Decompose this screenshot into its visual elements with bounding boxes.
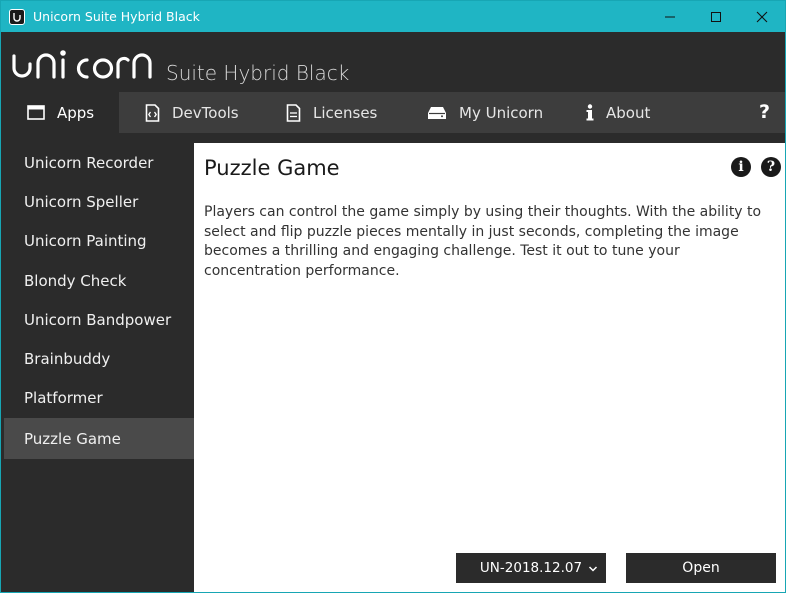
sidebar-item-label: Blondy Check — [24, 271, 127, 290]
open-button[interactable]: Open — [626, 553, 776, 583]
tab-my-unicorn[interactable]: My Unicorn — [399, 92, 559, 133]
version-dropdown[interactable]: UN-2018.12.07 — [456, 553, 606, 583]
sidebar-item-platformer[interactable]: Platformer — [4, 379, 194, 418]
maximize-icon[interactable] — [693, 1, 739, 32]
sidebar-item-puzzle-game[interactable]: Puzzle Game — [4, 418, 194, 460]
tab-label: Licenses — [313, 103, 378, 122]
sidebar-item-brainbuddy[interactable]: Brainbuddy — [4, 339, 194, 378]
info-icon — [586, 104, 594, 121]
sidebar-item-label: Unicorn Recorder — [24, 153, 154, 172]
app-detail-panel: Puzzle Game i ? Players can control the … — [194, 143, 785, 592]
close-icon[interactable] — [739, 1, 785, 32]
svg-text:?: ? — [759, 101, 770, 121]
title-bar: Unicorn Suite Hybrid Black — [1, 1, 785, 32]
sidebar-item-label: Unicorn Speller — [24, 192, 139, 211]
tab-devtools[interactable]: DevTools — [119, 92, 259, 133]
help-icon[interactable]: ? — [759, 101, 773, 126]
sidebar-item-label: Unicorn Bandpower — [24, 310, 172, 329]
sidebar-item-unicorn-painting[interactable]: Unicorn Painting — [4, 222, 194, 261]
page-title: Puzzle Game — [204, 156, 340, 180]
tab-label: About — [606, 103, 651, 122]
brand-header: Suite Hybrid Black — [1, 32, 785, 92]
minimize-icon[interactable] — [647, 1, 693, 32]
tab-label: DevTools — [172, 103, 239, 122]
device-icon — [427, 106, 447, 120]
tab-label: Apps — [57, 103, 95, 122]
tab-licenses[interactable]: Licenses — [259, 92, 399, 133]
sidebar-item-unicorn-recorder[interactable]: Unicorn Recorder — [4, 143, 194, 182]
sidebar-item-blondy-check[interactable]: Blondy Check — [4, 261, 194, 300]
window-controls — [647, 1, 785, 32]
window-icon — [27, 105, 45, 120]
sidebar-item-label: Puzzle Game — [24, 429, 121, 448]
info-icon[interactable]: i — [731, 157, 751, 177]
app-window: Unicorn Suite Hybrid Black Suite Hybrid … — [0, 0, 786, 593]
open-button-label: Open — [682, 560, 720, 576]
product-name: Suite Hybrid Black — [166, 61, 350, 85]
sidebar-item-unicorn-bandpower[interactable]: Unicorn Bandpower — [4, 300, 194, 339]
unicorn-logo — [12, 50, 152, 79]
sidebar-item-label: Unicorn Painting — [24, 232, 147, 251]
window-title: Unicorn Suite Hybrid Black — [33, 9, 200, 24]
apps-sidebar: Unicorn Recorder Unicorn Speller Unicorn… — [4, 143, 194, 591]
chevron-down-icon — [588, 562, 598, 578]
tab-label: My Unicorn — [459, 103, 544, 122]
tab-about[interactable]: About — [559, 92, 679, 133]
sidebar-item-label: Brainbuddy — [24, 350, 111, 369]
app-description: Players can control the game simply by u… — [204, 204, 762, 279]
code-file-icon — [145, 103, 160, 122]
help-icon[interactable]: ? — [761, 157, 781, 177]
detail-icons: i ? — [731, 157, 781, 177]
version-value: UN-2018.12.07 — [479, 560, 583, 576]
main-tabs: Apps DevTools Licenses My Unicorn About — [1, 92, 785, 133]
tab-apps[interactable]: Apps — [1, 92, 119, 133]
sidebar-item-unicorn-speller[interactable]: Unicorn Speller — [4, 182, 194, 221]
document-icon — [286, 103, 301, 122]
sidebar-item-label: Platformer — [24, 389, 103, 408]
app-logo-icon — [9, 8, 25, 25]
